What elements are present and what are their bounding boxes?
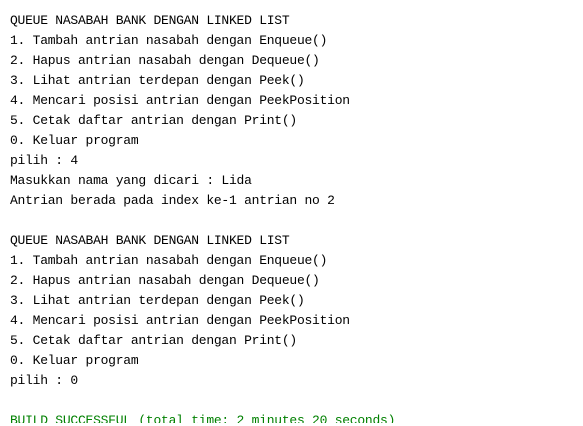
menu-option-print: 5. Cetak daftar antrian dengan Print() bbox=[10, 333, 297, 348]
menu-option-peek-position: 4. Mencari posisi antrian dengan PeekPos… bbox=[10, 313, 350, 328]
menu-option-exit: 0. Keluar program bbox=[10, 353, 139, 368]
choice-prompt: pilih : 0 bbox=[10, 373, 78, 388]
menu-title: QUEUE NASABAH BANK DENGAN LINKED LIST bbox=[10, 13, 290, 28]
choice-prompt: pilih : 4 bbox=[10, 153, 78, 168]
menu-option-enqueue: 1. Tambah antrian nasabah dengan Enqueue… bbox=[10, 33, 328, 48]
menu-option-peek: 3. Lihat antrian terdepan dengan Peek() bbox=[10, 293, 305, 308]
output-console[interactable]: QUEUE NASABAH BANK DENGAN LINKED LIST 1.… bbox=[10, 11, 580, 423]
search-name-prompt: Masukkan nama yang dicari : Lida bbox=[10, 173, 252, 188]
menu-option-enqueue: 1. Tambah antrian nasabah dengan Enqueue… bbox=[10, 253, 328, 268]
menu-option-dequeue: 2. Hapus antrian nasabah dengan Dequeue(… bbox=[10, 273, 320, 288]
build-status: BUILD SUCCESSFUL (total time: 2 minutes … bbox=[10, 413, 396, 423]
menu-option-peek: 3. Lihat antrian terdepan dengan Peek() bbox=[10, 73, 305, 88]
menu-option-peek-position: 4. Mencari posisi antrian dengan PeekPos… bbox=[10, 93, 350, 108]
menu-option-print: 5. Cetak daftar antrian dengan Print() bbox=[10, 113, 297, 128]
menu-option-dequeue: 2. Hapus antrian nasabah dengan Dequeue(… bbox=[10, 53, 320, 68]
menu-option-exit: 0. Keluar program bbox=[10, 133, 139, 148]
menu-title: QUEUE NASABAH BANK DENGAN LINKED LIST bbox=[10, 233, 290, 248]
search-result: Antrian berada pada index ke-1 antrian n… bbox=[10, 193, 335, 208]
